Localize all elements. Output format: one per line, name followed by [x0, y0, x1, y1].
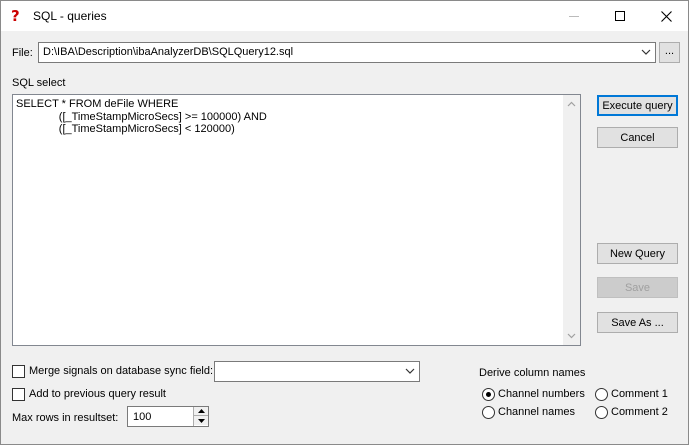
- channel-numbers-radio[interactable]: [482, 388, 495, 401]
- close-icon: [660, 10, 672, 22]
- comment1-label[interactable]: Comment 1: [611, 388, 668, 400]
- sql-editor[interactable]: SELECT * FROM deFile WHERE ([_TimeStampM…: [12, 94, 581, 346]
- help-question-icon: ?: [11, 7, 20, 25]
- new-query-button[interactable]: New Query: [597, 243, 678, 264]
- vertical-scrollbar[interactable]: [563, 95, 580, 345]
- file-path-combo[interactable]: D:\IBA\Description\ibaAnalyzerDB\SQLQuer…: [38, 42, 656, 63]
- sync-field-combo[interactable]: [214, 361, 420, 382]
- comment2-radio[interactable]: [595, 406, 608, 419]
- max-rows-label: Max rows in resultset:: [12, 412, 119, 424]
- browse-file-button[interactable]: ...: [659, 42, 680, 63]
- max-rows-value[interactable]: 100: [133, 411, 151, 423]
- spin-up-button[interactable]: [194, 407, 208, 416]
- chevron-down-icon: [405, 368, 415, 374]
- save-button[interactable]: Save: [597, 277, 678, 298]
- max-rows-spinbox[interactable]: 100: [127, 406, 209, 427]
- channel-names-radio[interactable]: [482, 406, 495, 419]
- chevron-down-icon: [641, 49, 651, 55]
- execute-query-button[interactable]: Execute query: [597, 95, 678, 116]
- close-button[interactable]: [643, 1, 689, 31]
- sql-select-label: SQL select: [12, 77, 66, 89]
- minimize-button[interactable]: [551, 1, 597, 31]
- channel-names-label[interactable]: Channel names: [498, 406, 575, 418]
- save-as-button[interactable]: Save As ...: [597, 312, 678, 333]
- add-previous-checkbox[interactable]: [12, 388, 25, 401]
- derive-column-names-label: Derive column names: [479, 367, 586, 379]
- channel-numbers-label[interactable]: Channel numbers: [498, 388, 585, 400]
- maximize-icon: [615, 11, 625, 21]
- cancel-button[interactable]: Cancel: [597, 127, 678, 148]
- add-previous-label[interactable]: Add to previous query result: [29, 388, 166, 400]
- title-bar[interactable]: ? SQL - queries: [1, 1, 688, 31]
- spin-down-button[interactable]: [194, 416, 208, 425]
- sql-query-text[interactable]: SELECT * FROM deFile WHERE ([_TimeStampM…: [16, 98, 267, 136]
- spin-buttons: [193, 407, 208, 426]
- triangle-up-icon: [197, 409, 205, 413]
- scroll-up-icon[interactable]: [567, 101, 576, 107]
- file-path-value: D:\IBA\Description\ibaAnalyzerDB\SQLQuer…: [43, 46, 294, 58]
- merge-signals-checkbox[interactable]: [12, 365, 25, 378]
- window-title: SQL - queries: [33, 9, 107, 23]
- merge-signals-label[interactable]: Merge signals on database sync field:: [29, 365, 213, 377]
- triangle-down-icon: [197, 418, 205, 423]
- comment1-radio[interactable]: [595, 388, 608, 401]
- minimize-icon: [569, 15, 579, 17]
- file-label: File:: [12, 47, 33, 59]
- maximize-button[interactable]: [597, 1, 643, 31]
- scroll-down-icon[interactable]: [567, 333, 576, 339]
- comment2-label[interactable]: Comment 2: [611, 406, 668, 418]
- sql-queries-window: ? SQL - queries File: D:\IBA\Description…: [0, 0, 689, 445]
